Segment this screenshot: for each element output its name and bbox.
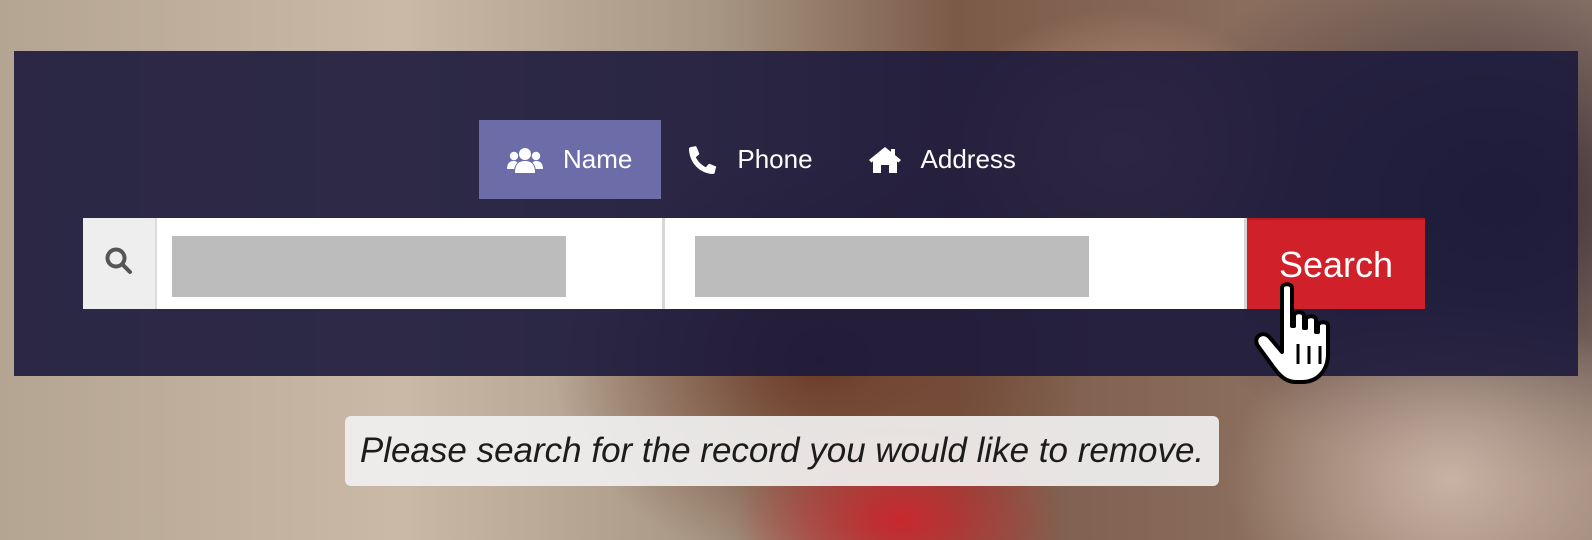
tab-address[interactable]: Address [841,120,1044,199]
tab-phone[interactable]: Phone [661,120,840,199]
first-name-field [157,218,665,309]
users-icon [507,147,543,173]
instruction-message: Please search for the record you would l… [345,416,1219,486]
tab-label: Address [920,144,1016,174]
tab-label: Phone [737,144,813,174]
tab-name[interactable]: Name [479,120,662,199]
last-name-field [665,218,1247,309]
search-bar: Search [83,218,1425,309]
phone-icon [689,145,717,174]
search-type-tabs: Name Phone Address [479,120,1044,199]
first-name-input[interactable] [172,236,566,297]
search-icon [104,246,134,281]
last-name-input[interactable] [695,236,1089,297]
hand-pointer-cursor-icon [1254,282,1330,384]
tab-label: Name [563,144,633,174]
search-icon-box [83,218,157,309]
home-icon [868,146,901,173]
